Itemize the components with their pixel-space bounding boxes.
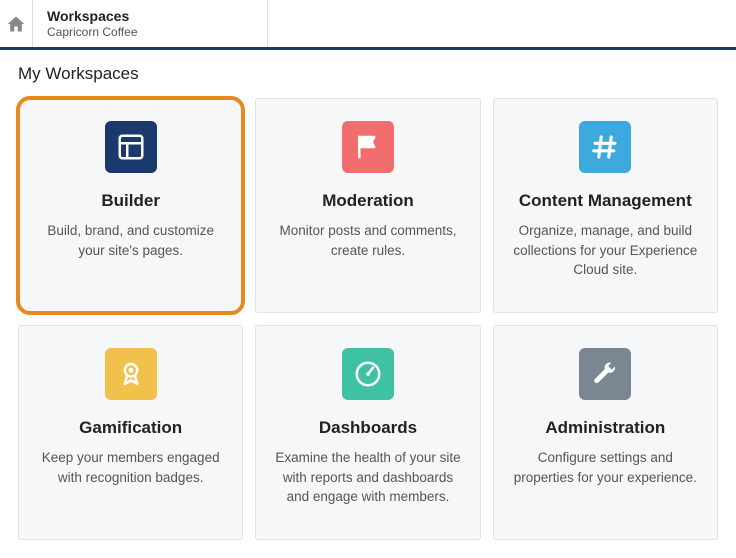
section-title: My Workspaces	[18, 64, 718, 84]
tile-desc: Build, brand, and customize your site's …	[37, 221, 224, 260]
tile-title: Moderation	[322, 191, 414, 211]
flag-icon	[342, 121, 394, 173]
tile-title: Gamification	[79, 418, 182, 438]
tile-title: Administration	[545, 418, 665, 438]
badge-icon	[105, 348, 157, 400]
tile-moderation[interactable]: Moderation Monitor posts and comments, c…	[255, 98, 480, 313]
tile-title: Dashboards	[319, 418, 417, 438]
tile-desc: Keep your members engaged with recogniti…	[37, 448, 224, 487]
content: My Workspaces Builder Build, brand, and …	[0, 50, 736, 558]
builder-icon	[105, 121, 157, 173]
tile-gamification[interactable]: Gamification Keep your members engaged w…	[18, 325, 243, 540]
wrench-icon	[579, 348, 631, 400]
home-button[interactable]	[0, 0, 33, 47]
gauge-icon	[342, 348, 394, 400]
tile-dashboards[interactable]: Dashboards Examine the health of your si…	[255, 325, 480, 540]
tile-desc: Monitor posts and comments, create rules…	[274, 221, 461, 260]
tile-desc: Organize, manage, and build collections …	[512, 221, 699, 280]
tile-title: Content Management	[519, 191, 692, 211]
home-icon	[6, 14, 26, 34]
tile-content-management[interactable]: Content Management Organize, manage, and…	[493, 98, 718, 313]
header-title: Workspaces	[47, 8, 253, 24]
hash-icon	[579, 121, 631, 173]
tile-desc: Configure settings and properties for yo…	[512, 448, 699, 487]
header: Workspaces Capricorn Coffee	[0, 0, 736, 50]
tile-desc: Examine the health of your site with rep…	[274, 448, 461, 507]
breadcrumb[interactable]: Workspaces Capricorn Coffee	[33, 0, 268, 47]
workspace-grid: Builder Build, brand, and customize your…	[18, 98, 718, 540]
tile-title: Builder	[101, 191, 160, 211]
tile-builder[interactable]: Builder Build, brand, and customize your…	[18, 98, 243, 313]
header-subtitle: Capricorn Coffee	[47, 25, 253, 39]
tile-administration[interactable]: Administration Configure settings and pr…	[493, 325, 718, 540]
